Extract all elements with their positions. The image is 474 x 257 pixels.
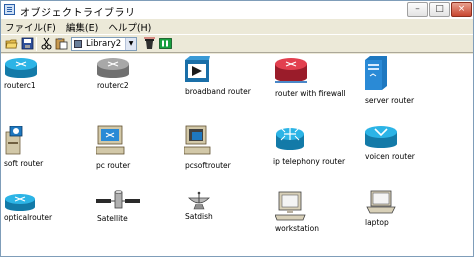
title-bar[interactable]: オブジェクトライブラリ – □ ×	[1, 1, 473, 19]
library-item-label: ip telephony router	[273, 157, 346, 166]
library-item[interactable]: Satellite	[94, 190, 184, 238]
toolbar: Library2 ▼	[1, 34, 473, 53]
library-item-label: voicen router	[365, 152, 415, 161]
paste-icon[interactable]	[55, 37, 68, 50]
library-item-label: laptop	[365, 218, 389, 227]
router-gray-icon	[97, 58, 129, 78]
library-item-label: soft router	[4, 159, 44, 168]
window-controls: – □ ×	[407, 2, 472, 17]
library-item-label: Satellite	[97, 214, 128, 223]
library-item-label: workstation	[275, 224, 319, 233]
pc-soft-router-icon	[184, 125, 211, 155]
minimize-button[interactable]: –	[407, 2, 428, 17]
satellite-dish-icon	[188, 191, 210, 210]
object-library-window: オブジェクトライブラリ – □ × ファイル(F) 編集(E) ヘルプ(H) L…	[0, 0, 474, 257]
library-item-label: broadband router	[185, 87, 251, 96]
library-item-label: pc router	[96, 161, 131, 170]
library-item[interactable]: broadband router	[182, 56, 272, 104]
library-item-label: router with firewall	[275, 89, 346, 98]
optical-router-icon	[5, 194, 35, 211]
library-item[interactable]: routerc2	[94, 56, 184, 104]
satellite-icon	[96, 190, 140, 209]
library-item[interactable]: opticalrouter	[1, 190, 91, 238]
library-item-label: server router	[365, 96, 415, 105]
menu-bar: ファイル(F) 編集(E) ヘルプ(H)	[1, 19, 473, 34]
ip-telephony-router-icon	[276, 127, 304, 150]
menu-help[interactable]: ヘルプ(H)	[108, 20, 151, 34]
library-select[interactable]: Library2 ▼	[71, 37, 137, 51]
library-item[interactable]: routerc1	[1, 56, 91, 104]
library-item[interactable]: Satdish	[182, 190, 272, 238]
toolbar-separator	[36, 37, 37, 51]
soft-router-icon	[5, 126, 23, 155]
library-item[interactable]: laptop	[362, 190, 452, 238]
delete-bin-icon[interactable]	[143, 37, 156, 50]
pc-router-icon	[96, 125, 125, 155]
laptop-icon	[366, 190, 396, 214]
library-item-label: pcsoftrouter	[185, 161, 231, 170]
open-folder-icon[interactable]	[5, 37, 18, 50]
window-title: オブジェクトライブラリ	[20, 8, 136, 19]
library-items-area: routerc1 routerc2 broadband router route…	[1, 54, 473, 256]
router-cyan-icon	[5, 58, 37, 78]
library-item-label: routerc1	[4, 81, 36, 90]
server-router-icon	[365, 56, 387, 90]
library-view-icon[interactable]	[159, 37, 172, 50]
library-item-label: opticalrouter	[4, 213, 53, 222]
library-item[interactable]: ip telephony router	[272, 124, 362, 172]
menu-edit[interactable]: 編集(E)	[66, 20, 98, 34]
library-item[interactable]: workstation	[272, 190, 362, 238]
firewall-router-icon	[275, 58, 307, 83]
broadband-router-icon	[185, 56, 210, 82]
menu-file[interactable]: ファイル(F)	[5, 20, 56, 34]
library-item[interactable]: soft router	[1, 124, 91, 172]
close-button[interactable]: ×	[451, 2, 472, 17]
library-item-label: Satdish	[185, 212, 213, 221]
library-selected-value: Library2	[86, 39, 122, 49]
app-window-icon	[4, 4, 15, 15]
save-icon[interactable]	[21, 37, 34, 50]
chevron-down-icon[interactable]: ▼	[125, 38, 136, 50]
cut-icon[interactable]	[40, 37, 53, 50]
maximize-button[interactable]: □	[429, 2, 450, 17]
voice-router-icon	[365, 126, 397, 148]
library-item[interactable]: pc router	[94, 124, 184, 172]
workstation-icon	[275, 191, 306, 221]
library-item[interactable]: voicen router	[362, 124, 452, 172]
library-item[interactable]: server router	[362, 56, 452, 105]
library-icon	[74, 40, 82, 48]
library-item[interactable]: pcsoftrouter	[182, 124, 272, 172]
library-item-label: routerc2	[97, 81, 129, 90]
library-item[interactable]: router with firewall	[272, 56, 362, 104]
